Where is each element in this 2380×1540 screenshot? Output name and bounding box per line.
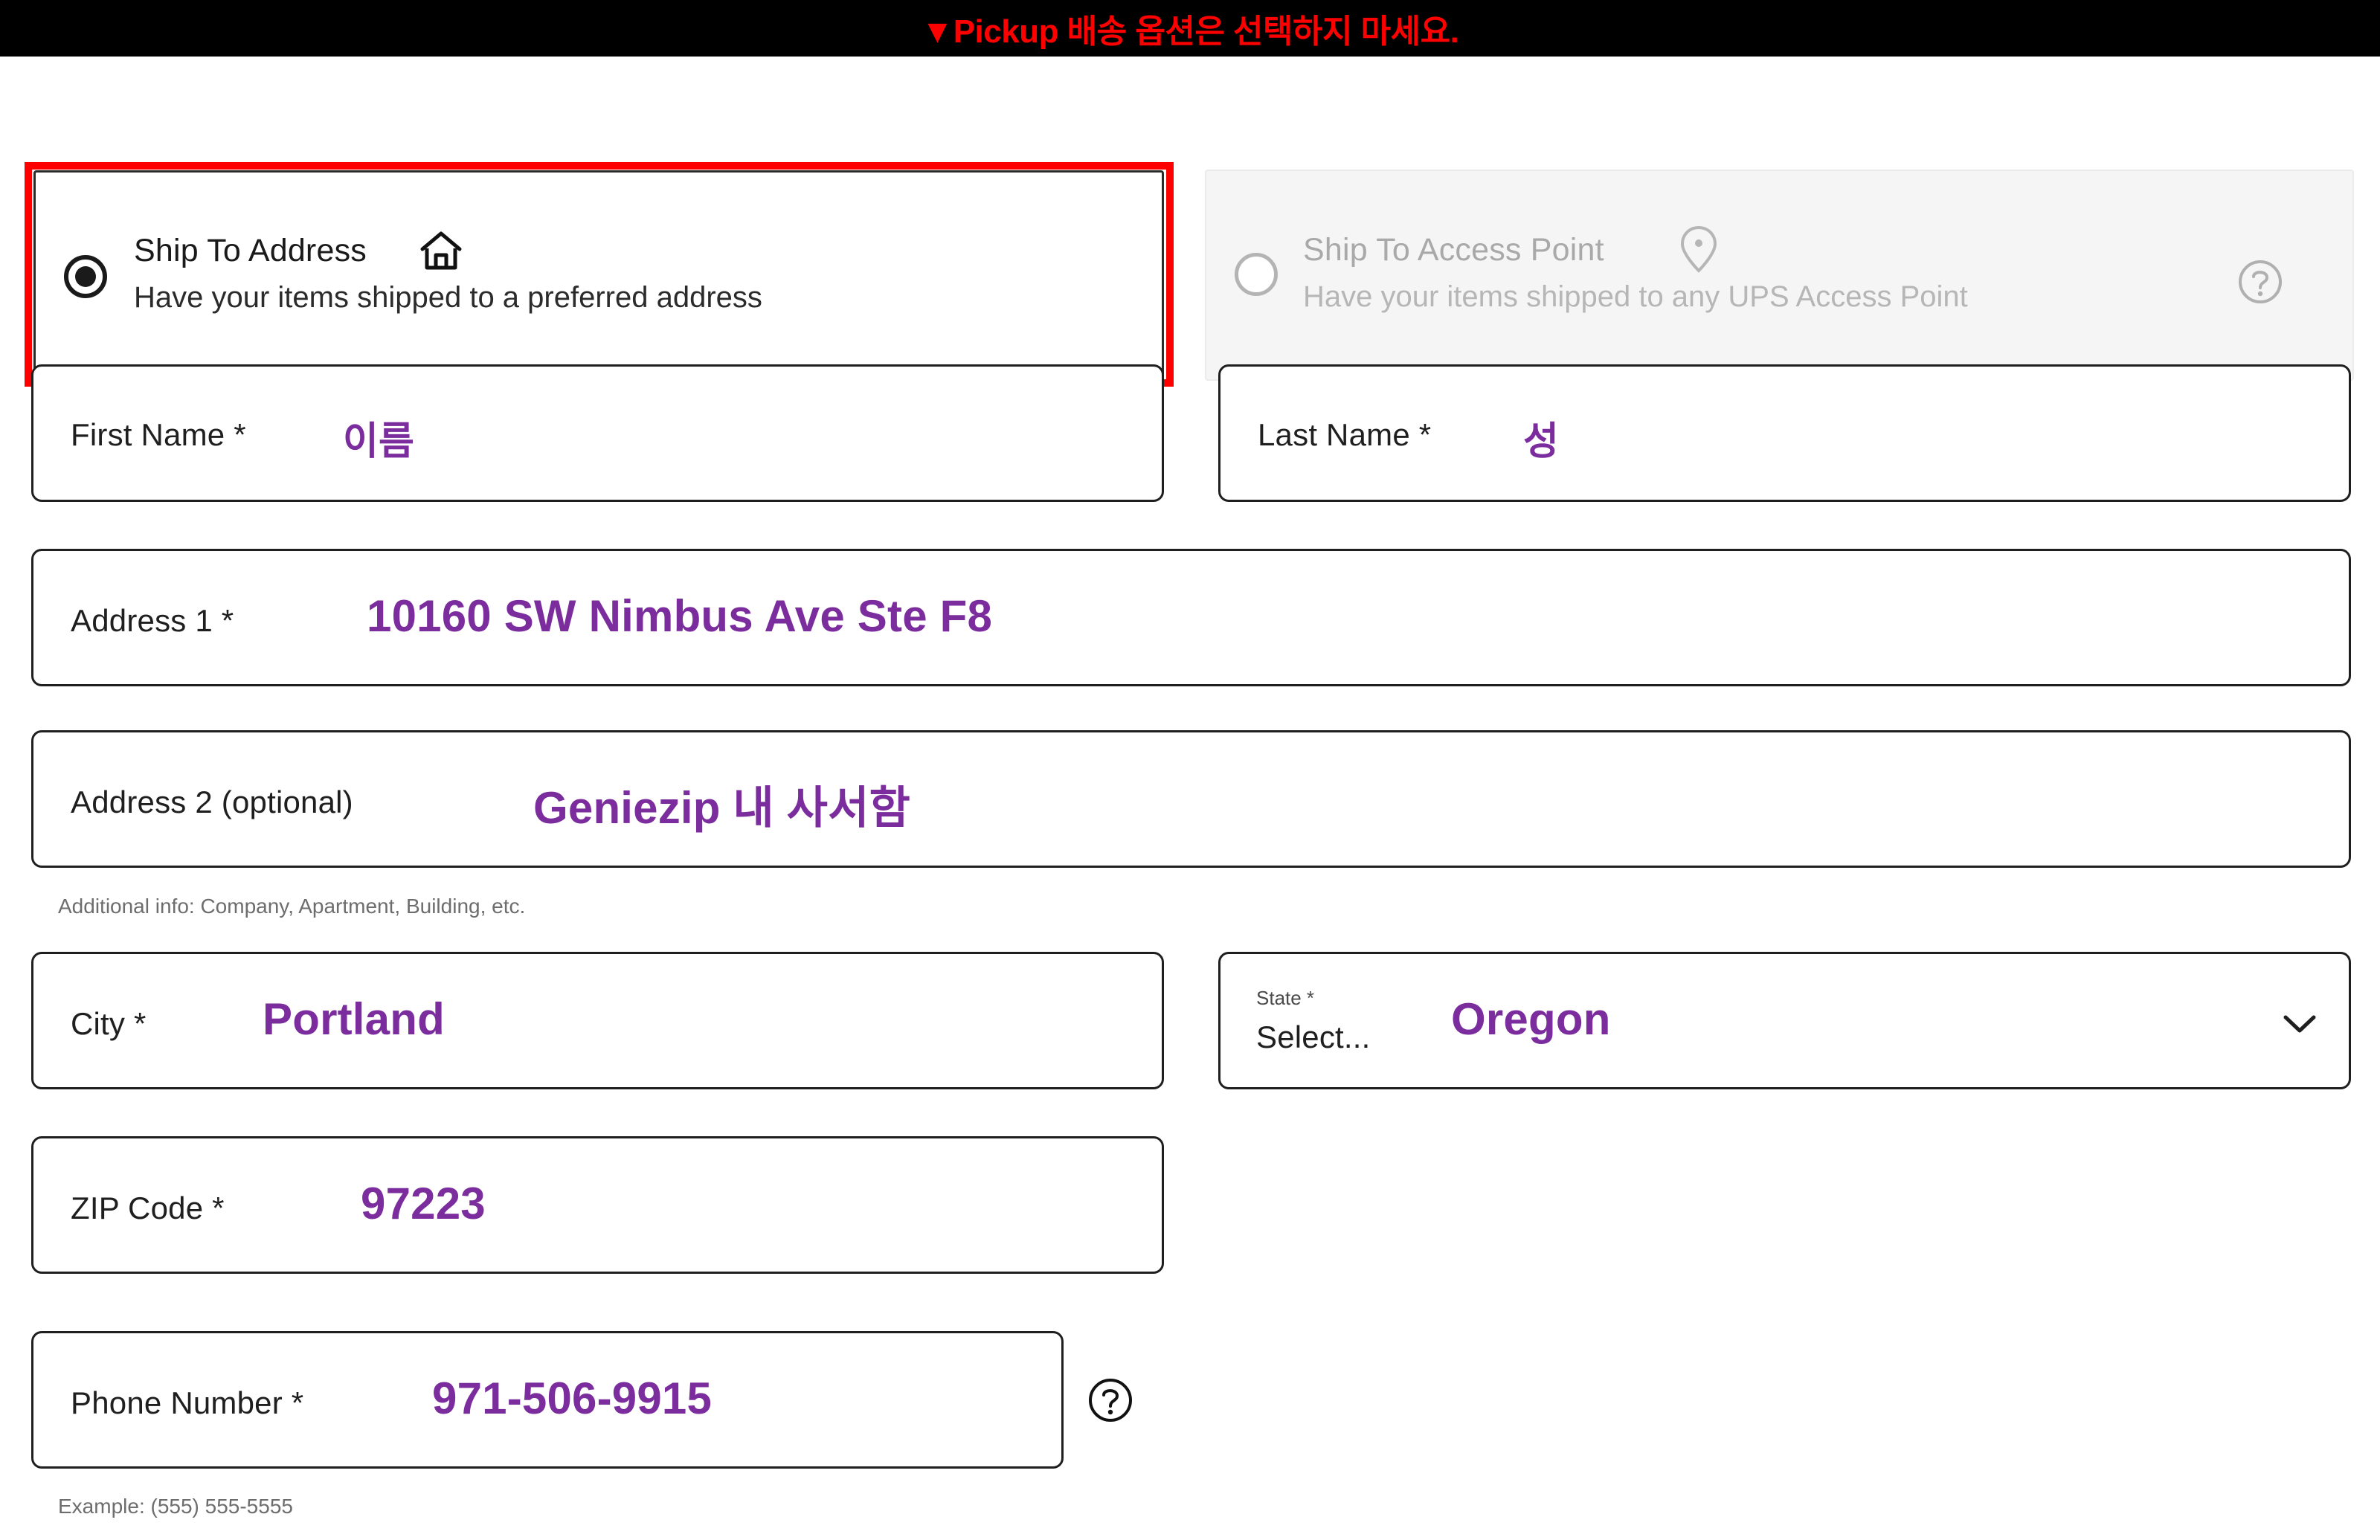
- address2-value: Geniezip 내 사서함: [533, 783, 910, 833]
- city-label: City *: [71, 1006, 147, 1041]
- last-name-field[interactable]: Last Name * 성: [1218, 364, 2351, 502]
- ship-to-access-point-option[interactable]: Ship To Access Point Have your items shi…: [1205, 170, 2354, 381]
- first-name-label: First Name *: [71, 417, 246, 452]
- ship-to-address-option[interactable]: Ship To Address Have your items shipped …: [33, 170, 1164, 378]
- phone-number-value: 971-506-9915: [432, 1373, 713, 1423]
- address1-field[interactable]: Address 1 * 10160 SW Nimbus Ave Ste F8: [31, 549, 2351, 686]
- first-name-field[interactable]: First Name * 이름: [31, 364, 1164, 502]
- state-placeholder: Select...: [1256, 1019, 1371, 1054]
- address2-helper-text: Additional info: Company, Apartment, Bui…: [58, 895, 526, 918]
- home-icon: [419, 231, 463, 271]
- shipping-options-row: Ship To Address Have your items shipped …: [0, 71, 2380, 387]
- shipping-address-form-page: ▼Pickup 배송 옵션은 선택하지 마세요. Ship To Address…: [0, 0, 2380, 1540]
- city-field[interactable]: City * Portland: [31, 952, 1164, 1089]
- last-name-label: Last Name *: [1258, 417, 1432, 452]
- radio-selected-dot: [75, 266, 96, 287]
- phone-number-label: Phone Number *: [71, 1385, 304, 1420]
- ship-to-address-radio[interactable]: [64, 255, 107, 298]
- state-float-label: State *: [1256, 987, 1315, 1009]
- zip-code-field[interactable]: ZIP Code * 97223: [31, 1136, 1164, 1274]
- city-value: Portland: [263, 994, 445, 1044]
- warning-banner: ▼Pickup 배송 옵션은 선택하지 마세요.: [0, 0, 2380, 57]
- access-point-help-circle-icon[interactable]: [2237, 259, 2283, 305]
- phone-number-field[interactable]: Phone Number * 971-506-9915: [31, 1331, 1064, 1469]
- phone-helper-text: Example: (555) 555-5555: [58, 1495, 293, 1518]
- phone-help-circle-icon[interactable]: [1087, 1377, 1133, 1423]
- zip-code-value: 97223: [361, 1179, 486, 1228]
- address1-label: Address 1 *: [71, 603, 234, 638]
- address2-label: Address 2 (optional): [71, 785, 353, 819]
- ship-to-access-point-radio[interactable]: [1235, 253, 1278, 296]
- ship-to-address-title: Ship To Address: [134, 233, 367, 268]
- zip-code-label: ZIP Code *: [71, 1191, 225, 1225]
- warning-banner-text: ▼Pickup 배송 옵션은 선택하지 마세요.: [921, 13, 1459, 50]
- state-value: Oregon: [1451, 994, 1611, 1044]
- address1-value: 10160 SW Nimbus Ave Ste F8: [367, 591, 993, 641]
- ship-to-address-subtitle: Have your items shipped to a preferred a…: [134, 281, 762, 314]
- map-pin-icon: [1679, 225, 1718, 274]
- chevron-down-icon[interactable]: [2283, 1014, 2317, 1034]
- ship-to-access-point-title: Ship To Access Point: [1303, 232, 1604, 268]
- state-select[interactable]: State * Select... Oregon: [1218, 952, 2351, 1089]
- ship-to-access-point-subtitle: Have your items shipped to any UPS Acces…: [1303, 280, 1968, 313]
- last-name-value: 성: [1523, 420, 1560, 463]
- first-name-value: 이름: [343, 420, 415, 463]
- address2-field[interactable]: Address 2 (optional) Geniezip 내 사서함: [31, 730, 2351, 868]
